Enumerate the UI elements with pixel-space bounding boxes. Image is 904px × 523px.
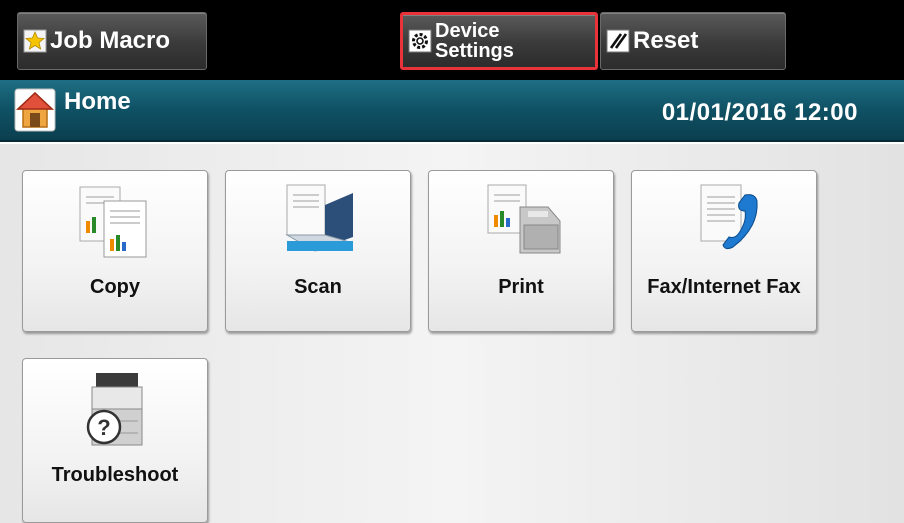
job-macro-button[interactable]: Job Macro [17, 12, 207, 70]
scan-label: Scan [294, 276, 342, 298]
date-time-display: 01/01/2016 12:00 [661, 99, 858, 126]
scan-tile[interactable]: Scan [225, 170, 411, 332]
svg-text:?: ? [97, 415, 110, 440]
reset-button[interactable]: Reset [600, 12, 786, 70]
home-menu-area: Copy Scan Print Fax/Internet Fax ? Troub… [0, 144, 904, 523]
fax-tile[interactable]: Fax/Internet Fax [631, 170, 817, 332]
page-title: Home [64, 88, 131, 115]
copy-icon [70, 181, 160, 261]
troubleshoot-icon: ? [70, 369, 160, 449]
print-label: Print [498, 276, 544, 298]
copy-label: Copy [90, 276, 140, 298]
device-settings-label-line1: Device [435, 20, 500, 42]
device-settings-label-line2: Settings [435, 40, 514, 62]
troubleshoot-label: Troubleshoot [51, 464, 179, 486]
troubleshoot-tile[interactable]: ? Troubleshoot [22, 358, 208, 523]
print-icon [476, 181, 566, 261]
home-icon[interactable] [14, 88, 56, 132]
reset-icon [605, 28, 631, 54]
scan-icon [273, 181, 363, 261]
top-toolbar: Job Macro Device Settings Reset [0, 0, 904, 80]
job-macro-label: Job Macro [50, 27, 171, 54]
fax-label: Fax/Internet Fax [647, 276, 801, 298]
device-settings-button[interactable]: Device Settings [400, 12, 598, 70]
reset-label: Reset [633, 27, 699, 54]
print-tile[interactable]: Print [428, 170, 614, 332]
star-icon [22, 28, 48, 54]
fax-icon [679, 181, 769, 261]
gear-icon [407, 28, 433, 54]
title-bar: Home 01/01/2016 12:00 [0, 80, 904, 142]
copy-tile[interactable]: Copy [22, 170, 208, 332]
